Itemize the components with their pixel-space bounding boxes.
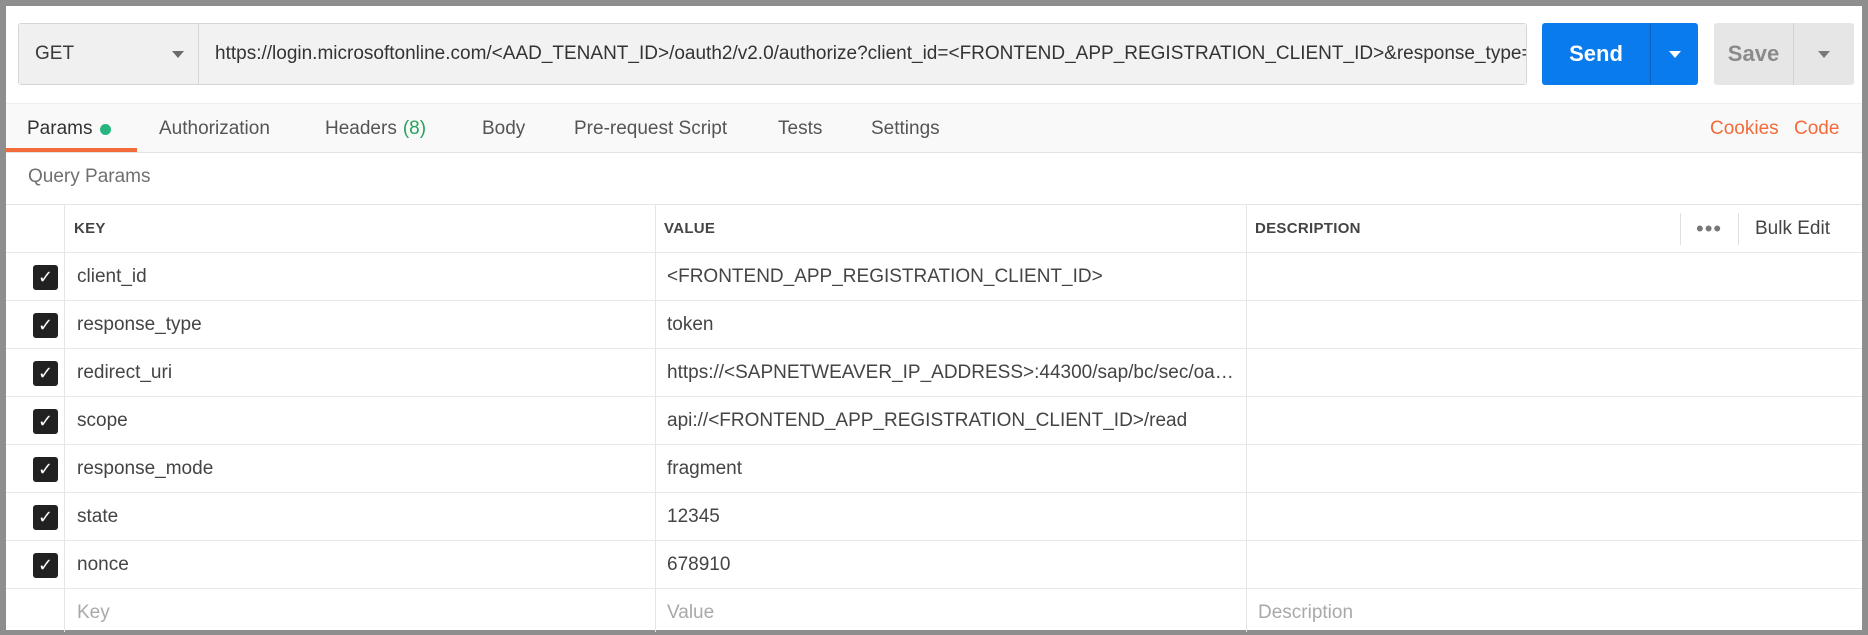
tab-params-label: Params xyxy=(27,118,93,139)
value-input[interactable]: Value xyxy=(667,589,1237,635)
checkbox-checked-icon[interactable]: ✓ xyxy=(33,553,58,578)
param-description[interactable] xyxy=(1258,301,1858,348)
param-value[interactable]: <FRONTEND_APP_REGISTRATION_CLIENT_ID> xyxy=(667,253,1242,300)
tab-headers-label: Headers xyxy=(325,118,397,139)
param-description[interactable] xyxy=(1258,445,1858,492)
param-key[interactable]: scope xyxy=(77,397,647,444)
description-input[interactable]: Description xyxy=(1258,589,1858,635)
header-divider xyxy=(1680,213,1681,245)
param-key[interactable]: redirect_uri xyxy=(77,349,647,396)
request-bar: GET https://login.microsoftonline.com/<A… xyxy=(18,23,1527,85)
new-param-row: Key Value Description xyxy=(6,589,1862,635)
tab-settings[interactable]: Settings xyxy=(871,104,940,154)
active-dot-icon xyxy=(100,123,112,135)
code-link[interactable]: Code xyxy=(1794,104,1839,154)
param-description[interactable] xyxy=(1258,349,1858,396)
table-row: ✓ response_mode fragment xyxy=(6,445,1862,493)
param-value[interactable]: api://<FRONTEND_APP_REGISTRATION_CLIENT_… xyxy=(667,397,1242,444)
send-options-button[interactable] xyxy=(1650,23,1698,85)
checkbox-checked-icon[interactable]: ✓ xyxy=(33,265,58,290)
value-column-header: VALUE xyxy=(664,220,716,237)
checkbox-checked-icon[interactable]: ✓ xyxy=(33,361,58,386)
param-description[interactable] xyxy=(1258,253,1858,300)
param-key[interactable]: nonce xyxy=(77,541,647,588)
table-row: ✓ response_type token xyxy=(6,301,1862,349)
param-value[interactable]: 12345 xyxy=(667,493,1242,540)
key-input[interactable]: Key xyxy=(77,589,647,635)
key-column-header: KEY xyxy=(74,220,106,237)
chevron-down-icon xyxy=(172,50,184,58)
tab-authorization[interactable]: Authorization xyxy=(159,104,270,154)
table-row: ✓ scope api://<FRONTEND_APP_REGISTRATION… xyxy=(6,397,1862,445)
method-label: GET xyxy=(35,43,75,64)
tab-body-label: Body xyxy=(482,118,526,139)
request-tabs: Params Authorization Headers (8) Body Pr… xyxy=(6,103,1862,153)
table-header-row: KEY VALUE DESCRIPTION ••• Bulk Edit xyxy=(6,205,1862,253)
param-value[interactable]: fragment xyxy=(667,445,1242,492)
send-button[interactable]: Send xyxy=(1542,23,1698,85)
param-value[interactable]: https://<SAPNETWEAVER_IP_ADDRESS>:44300/… xyxy=(667,349,1242,396)
bulk-edit-link[interactable]: Bulk Edit xyxy=(1755,205,1855,252)
checkbox-checked-icon[interactable]: ✓ xyxy=(33,505,58,530)
header-divider xyxy=(1738,213,1739,245)
chevron-down-icon xyxy=(1668,50,1681,58)
param-description[interactable] xyxy=(1258,493,1858,540)
checkbox-checked-icon[interactable]: ✓ xyxy=(33,409,58,434)
save-button[interactable]: Save xyxy=(1714,23,1854,85)
save-options-button[interactable] xyxy=(1793,23,1854,85)
cookies-link[interactable]: Cookies xyxy=(1710,104,1779,154)
tab-headers[interactable]: Headers (8) xyxy=(325,104,426,154)
more-options-icon[interactable]: ••• xyxy=(1696,205,1722,253)
params-table: KEY VALUE DESCRIPTION ••• Bulk Edit ✓ cl… xyxy=(6,204,1862,632)
param-value[interactable]: 678910 xyxy=(667,541,1242,588)
param-value[interactable]: token xyxy=(667,301,1242,348)
table-row: ✓ nonce 678910 xyxy=(6,541,1862,589)
param-key[interactable]: client_id xyxy=(77,253,647,300)
table-row: ✓ redirect_uri https://<SAPNETWEAVER_IP_… xyxy=(6,349,1862,397)
query-params-title: Query Params xyxy=(28,166,151,187)
headers-count: (8) xyxy=(402,118,427,139)
checkbox-checked-icon[interactable]: ✓ xyxy=(33,313,58,338)
param-description[interactable] xyxy=(1258,397,1858,444)
param-key[interactable]: response_type xyxy=(77,301,647,348)
tab-pre-request-script-label: Pre-request Script xyxy=(574,118,728,139)
send-label: Send xyxy=(1569,41,1623,66)
checkbox-checked-icon[interactable]: ✓ xyxy=(33,457,58,482)
table-row: ✓ state 12345 xyxy=(6,493,1862,541)
table-row: ✓ client_id <FRONTEND_APP_REGISTRATION_C… xyxy=(6,253,1862,301)
param-key[interactable]: state xyxy=(77,493,647,540)
method-select[interactable]: GET xyxy=(19,24,199,84)
tab-pre-request-script[interactable]: Pre-request Script xyxy=(574,104,727,154)
tab-params[interactable]: Params xyxy=(27,104,112,154)
tab-tests-label: Tests xyxy=(778,118,823,139)
param-key[interactable]: response_mode xyxy=(77,445,647,492)
tab-settings-label: Settings xyxy=(871,118,940,139)
active-tab-indicator xyxy=(6,148,137,152)
url-input[interactable]: https://login.microsoftonline.com/<AAD_T… xyxy=(199,24,1526,84)
save-label: Save xyxy=(1727,41,1780,66)
chevron-down-icon xyxy=(1818,50,1830,58)
tab-body[interactable]: Body xyxy=(482,104,525,154)
tab-authorization-label: Authorization xyxy=(159,118,270,139)
param-description[interactable] xyxy=(1258,541,1858,588)
description-column-header: DESCRIPTION xyxy=(1255,220,1361,237)
tab-tests[interactable]: Tests xyxy=(778,104,822,154)
